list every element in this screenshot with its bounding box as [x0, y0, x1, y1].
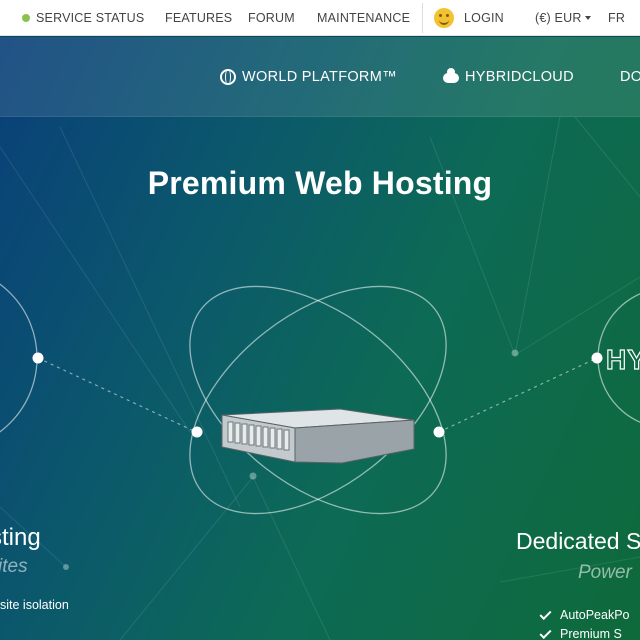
feature-label: AutoPeakPo	[560, 608, 630, 622]
service-status-link[interactable]: SERVICE STATUS	[22, 0, 144, 36]
right-offer-feature: AutoPeakPo	[539, 607, 630, 622]
hero-section: WORLD PLATFORM™ HYBRIDCLOUD DO Premium W…	[0, 37, 640, 640]
smiley-icon	[434, 8, 454, 28]
feature-label: Premium S	[560, 627, 622, 640]
language-selector[interactable]: FR	[608, 0, 625, 36]
world-platform-label: WORLD PLATFORM™	[242, 69, 397, 85]
maintenance-link[interactable]: MAINTENANCE	[317, 0, 410, 36]
nav-hybridcloud[interactable]: HYBRIDCLOUD	[443, 37, 574, 117]
currency-label: (€) EUR	[535, 11, 582, 25]
login-link[interactable]: LOGIN	[434, 0, 504, 36]
check-icon	[539, 626, 552, 639]
left-offer-title[interactable]: sting	[0, 524, 41, 552]
divider	[422, 3, 423, 33]
right-offer-feature: Premium S	[539, 626, 622, 640]
status-dot-icon	[22, 14, 30, 22]
hybrid-badge-text: HY	[605, 343, 640, 375]
server-icon	[221, 408, 415, 464]
features-link[interactable]: FEATURES	[165, 0, 232, 36]
left-offer-feature: site isolation	[0, 598, 69, 612]
forum-link[interactable]: FORUM	[248, 0, 295, 36]
caret-down-icon	[584, 16, 591, 20]
left-offer-subtitle: ites	[0, 556, 28, 577]
right-offer-subtitle: Power	[578, 562, 632, 583]
login-label: LOGIN	[464, 11, 504, 25]
nav-cut-item[interactable]: DO	[620, 37, 640, 117]
hybridcloud-label: HYBRIDCLOUD	[465, 69, 574, 85]
check-icon	[539, 607, 552, 620]
nav-world-platform[interactable]: WORLD PLATFORM™	[220, 37, 397, 117]
right-offer-title[interactable]: Dedicated S	[516, 528, 640, 555]
hero-title: Premium Web Hosting	[147, 165, 493, 201]
service-status-label: SERVICE STATUS	[36, 11, 145, 25]
cloud-icon	[443, 68, 459, 83]
top-utility-bar: SERVICE STATUS FEATURES FORUM MAINTENANC…	[0, 0, 640, 36]
currency-dropdown[interactable]: (€) EUR	[535, 0, 591, 36]
globe-icon	[220, 69, 236, 85]
main-nav: WORLD PLATFORM™ HYBRIDCLOUD DO	[0, 37, 640, 117]
